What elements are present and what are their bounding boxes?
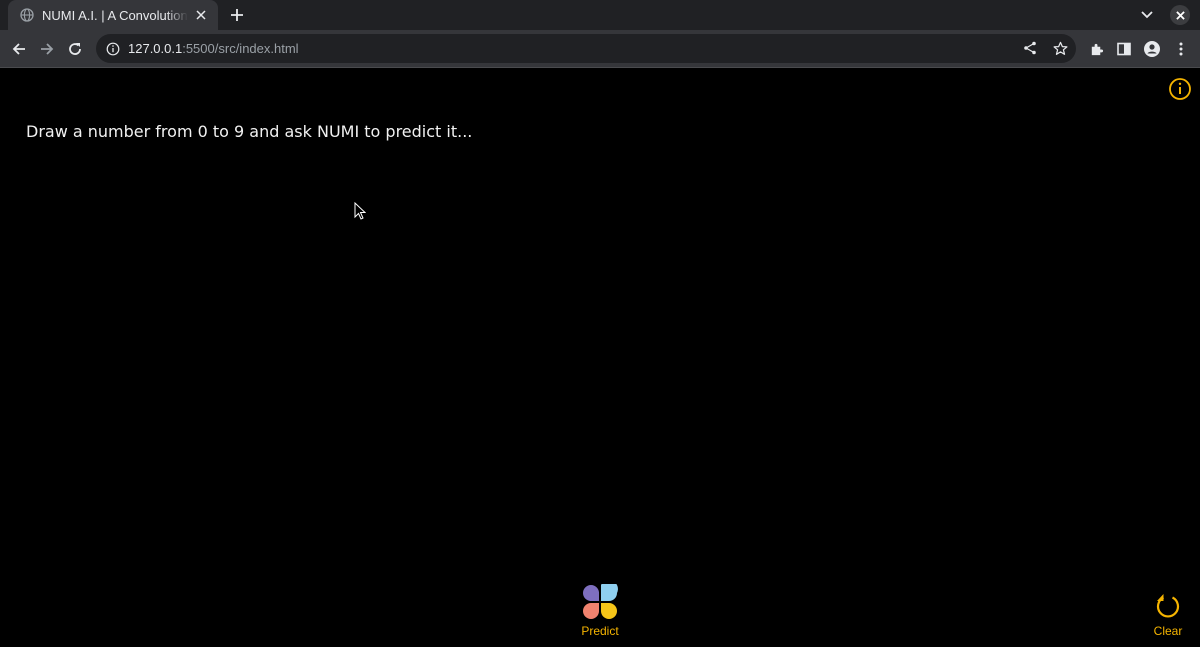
arrow-left-icon [12, 43, 25, 55]
drawing-canvas[interactable]: Draw a number from 0 to 9 and ask NUMI t… [0, 69, 1200, 647]
tab-search-button[interactable] [1138, 6, 1156, 24]
tab-strip: NUMI A.I. | A Convolutional Neural Netwo… [0, 0, 1200, 30]
url-host: 127.0.0.1 [128, 41, 183, 56]
clear-label: Clear [1153, 624, 1183, 638]
star-icon [1053, 41, 1067, 55]
predict-label: Predict [581, 624, 619, 638]
new-tab-button[interactable] [226, 4, 248, 26]
person-icon [1144, 41, 1160, 57]
info-icon [1169, 78, 1191, 100]
window-close-button[interactable] [1170, 5, 1190, 25]
browser-tab[interactable]: NUMI A.I. | A Convolutional Neural Netwo… [8, 0, 218, 30]
forward-button[interactable] [36, 38, 58, 60]
petal-icon [583, 584, 618, 619]
url-path: :5500/src/index.html [182, 41, 299, 56]
mouse-cursor-icon [354, 202, 366, 220]
side-panel-icon [1117, 42, 1131, 56]
close-icon[interactable] [192, 6, 210, 24]
plus-icon [231, 9, 243, 21]
url-text: 127.0.0.1:5500/src/index.html [128, 41, 299, 56]
info-button[interactable] [1168, 77, 1192, 101]
chevron-down-icon [1141, 11, 1153, 19]
extensions-button[interactable] [1085, 38, 1107, 60]
reload-button[interactable] [64, 38, 86, 60]
browser-toolbar: 127.0.0.1:5500/src/index.html [0, 30, 1200, 68]
profile-button[interactable] [1141, 38, 1163, 60]
reload-icon [69, 43, 81, 55]
omnibox-actions [1020, 38, 1070, 58]
share-icon [1024, 41, 1036, 55]
close-icon [1175, 10, 1185, 20]
kebab-icon [1179, 42, 1183, 56]
predict-button[interactable]: Predict [570, 584, 630, 640]
info-icon[interactable] [106, 42, 120, 56]
tab-title: NUMI A.I. | A Convolutional Neural Netwo… [42, 7, 188, 23]
arrow-right-icon [41, 43, 54, 55]
refresh-icon [1156, 594, 1180, 618]
address-bar[interactable]: 127.0.0.1:5500/src/index.html [96, 34, 1076, 63]
globe-icon [20, 8, 34, 22]
instruction-text: Draw a number from 0 to 9 and ask NUMI t… [26, 122, 473, 141]
bookmark-button[interactable] [1050, 38, 1070, 58]
back-button[interactable] [8, 38, 30, 60]
browser-menu-button[interactable] [1170, 38, 1192, 60]
share-button[interactable] [1020, 38, 1040, 58]
side-panel-button[interactable] [1113, 38, 1135, 60]
clear-button[interactable]: Clear [1145, 592, 1191, 640]
puzzle-icon [1091, 43, 1103, 55]
